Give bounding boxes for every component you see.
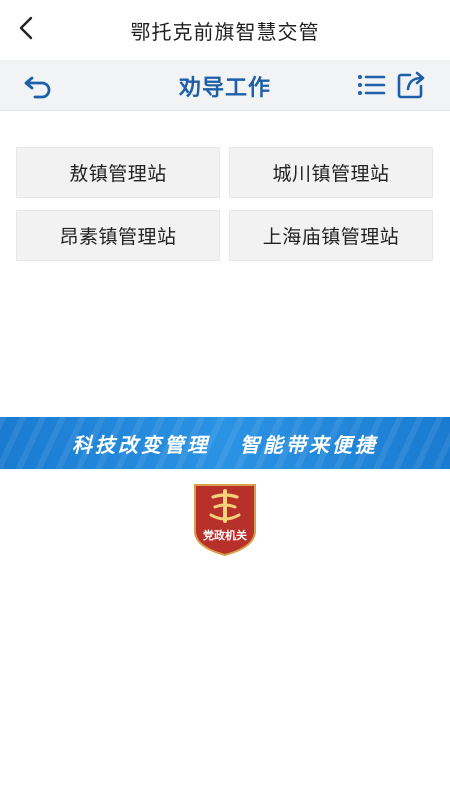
list-icon[interactable]: [355, 69, 387, 101]
app-title: 鄂托克前旗智慧交管: [130, 20, 320, 44]
slogan-banner: 科技改变管理 智能带来便捷: [0, 417, 450, 469]
app-title-bar: 鄂托克前旗智慧交管: [0, 0, 450, 60]
banner-slogan: 科技改变管理 智能带来便捷: [72, 433, 378, 457]
share-icon[interactable]: [395, 69, 427, 101]
toolbar: 劝导工作: [0, 60, 450, 111]
station-button-shanghaimiao[interactable]: 上海庙镇管理站: [229, 210, 433, 261]
station-button-angsu[interactable]: 昂素镇管理站: [16, 210, 220, 261]
station-button-aozhen[interactable]: 敖镇管理站: [16, 147, 220, 198]
party-government-emblem-icon: [194, 484, 256, 557]
emblem-label: 党政机关: [203, 529, 247, 542]
station-button-chengchuan[interactable]: 城川镇管理站: [229, 147, 433, 198]
